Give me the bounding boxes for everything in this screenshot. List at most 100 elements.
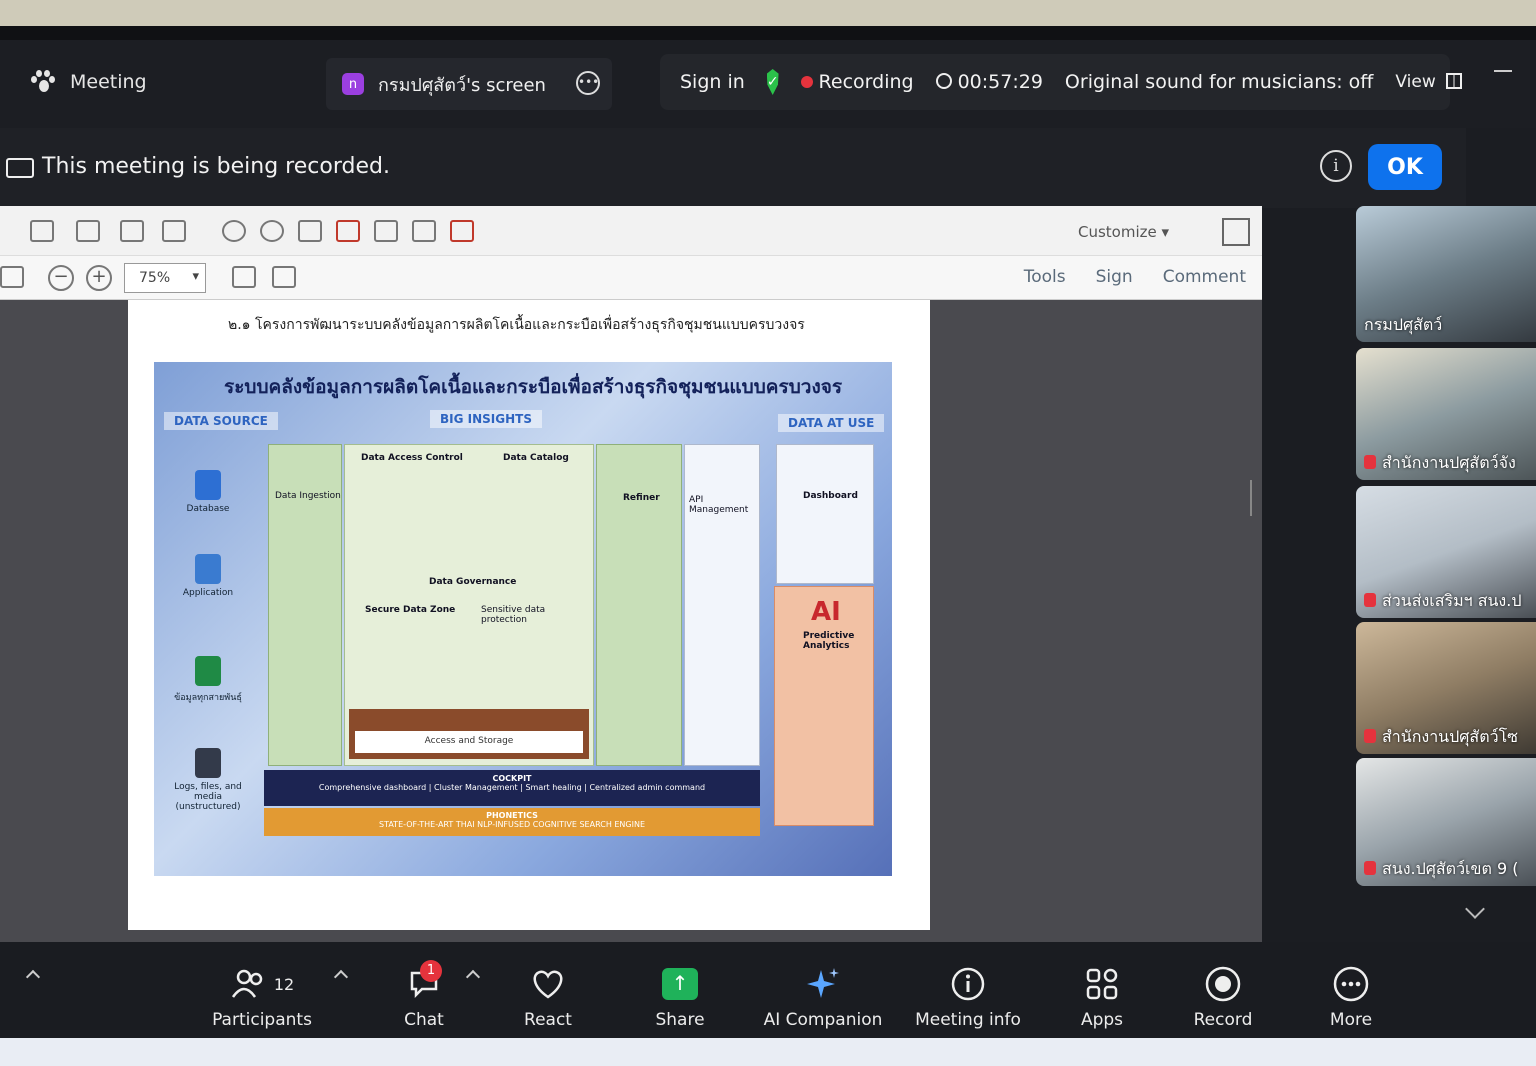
video-tile[interactable]: สนง.ปศุสัตว์เขต 9 ( (1356, 758, 1536, 886)
chat-badge: 1 (420, 960, 442, 982)
source-database-label: Database (186, 504, 230, 514)
phonetics-bar: PHONETICS STATE-OF-THE-ART THAI NLP-INFU… (264, 808, 760, 836)
share-label: กรมปศุสัตว์'s screen (378, 74, 546, 96)
data-governance-label: Data Governance (429, 577, 517, 587)
camera-icon (6, 158, 34, 178)
muted-mic-icon (1364, 455, 1376, 469)
fit-page-icon[interactable] (232, 266, 256, 288)
access-storage-label: Access and Storage (355, 731, 583, 753)
react-label: React (524, 1010, 572, 1030)
share-button[interactable]: ↑ Share (650, 964, 710, 1030)
react-button[interactable]: React (516, 964, 580, 1030)
participant-name: สนง.ปศุสัตว์เขต 9 ( (1364, 857, 1518, 882)
info-circle-icon (912, 964, 1024, 1004)
more-button[interactable]: More (1322, 964, 1380, 1030)
source-logs-label: Logs, files, and media (unstructured) (174, 782, 242, 812)
scrollbar[interactable] (1250, 480, 1252, 516)
share-label: Share (655, 1010, 705, 1030)
mail-icon[interactable] (162, 220, 186, 242)
bottom-toolbar: 12 Participants 1 Chat React ↑ Share AI … (0, 942, 1536, 1038)
os-taskbar (0, 1038, 1536, 1066)
document-page: ๒.๑ โครงการพัฒนาระบบคลังข้อมูลการผลิตโคเ… (128, 300, 930, 930)
sensitive-data-label: Sensitive data protection (481, 605, 546, 625)
hand-tool-icon[interactable] (0, 266, 24, 288)
video-tile[interactable]: กรมปศุสัตว์ (1356, 206, 1536, 342)
sign-in-link[interactable]: Sign in (680, 71, 745, 93)
participants-button[interactable]: 12 Participants (212, 964, 312, 1030)
pdf-toolbar-top: Customize ▾ (0, 206, 1262, 256)
chat-options-caret[interactable] (465, 969, 481, 985)
apps-icon (1076, 964, 1128, 1004)
expand-icon[interactable] (1222, 218, 1250, 246)
form-icon[interactable] (450, 220, 474, 242)
excel-icon (195, 656, 221, 686)
chat-button[interactable]: 1 Chat (396, 960, 452, 1030)
info-icon[interactable]: i (1320, 150, 1352, 182)
chevron-down-icon[interactable] (1465, 899, 1485, 919)
meeting-label: Meeting (70, 71, 147, 93)
participant-name: สำนักงานปศุสัตว์โซ (1364, 725, 1518, 750)
video-tile[interactable]: สำนักงานปศุสัตว์โซ (1356, 622, 1536, 754)
ai-companion-button[interactable]: AI Companion (760, 964, 886, 1030)
source-excel: ข้อมูลทุกสายพันธุ์ (168, 656, 248, 704)
chevron-up-icon[interactable] (25, 969, 41, 985)
database-icon (195, 470, 221, 500)
original-sound-status[interactable]: Original sound for musicians: off (1065, 71, 1373, 93)
data-catalog-label: Data Catalog (503, 453, 569, 463)
minimize-icon[interactable] (1494, 70, 1512, 72)
shield-check-icon[interactable]: ✓ (766, 69, 779, 95)
print-icon[interactable] (76, 220, 100, 242)
zoom-select[interactable]: 75% (124, 263, 206, 293)
record-button[interactable]: Record (1190, 964, 1256, 1030)
refiner-column: Refiner (596, 444, 682, 766)
edit-icon[interactable] (120, 220, 144, 242)
cloud-upload-icon[interactable] (30, 220, 54, 242)
participants-options-caret[interactable] (333, 969, 349, 985)
delete-page-icon[interactable] (336, 220, 360, 242)
find-icon[interactable] (374, 220, 398, 242)
participant-name: กรมปศุสัตว์ (1364, 313, 1442, 338)
screen-share-indicator[interactable]: n กรมปศุสัตว์'s screen ••• (326, 58, 612, 110)
customize-label: Customize (1078, 223, 1157, 241)
participant-name-text: สนง.ปศุสัตว์เขต 9 ( (1382, 859, 1519, 878)
customize-dropdown[interactable]: Customize ▾ (1078, 223, 1169, 241)
record-label: Record (1193, 1010, 1253, 1030)
muted-mic-icon (1364, 593, 1376, 607)
more-options-icon[interactable]: ••• (576, 71, 600, 95)
meeting-info-button[interactable]: Meeting info (912, 964, 1024, 1030)
meeting-info-label: Meeting info (915, 1010, 1021, 1030)
data-access-control-label: Data Access Control (361, 453, 463, 463)
meeting-menu[interactable]: Meeting (30, 70, 147, 94)
cockpit-title: COCKPIT (492, 774, 532, 783)
data-ingestion-label: Data Ingestion (275, 491, 341, 501)
participants-label: Participants (212, 1010, 312, 1030)
comment-icon[interactable] (260, 220, 284, 242)
video-tile[interactable]: สำนักงานปศุสัตว์จัง (1356, 348, 1536, 480)
chat-label: Chat (404, 1010, 444, 1030)
zoom-out-icon[interactable]: − (48, 265, 74, 291)
view-button[interactable]: View (1395, 72, 1462, 92)
chat-icon: 1 (396, 960, 452, 1004)
tools-menu[interactable]: Tools (1024, 267, 1066, 287)
data-at-use-label: DATA AT USE (778, 414, 885, 432)
shared-screen: Customize ▾ − + 75% Tools Sign Comment ๒… (0, 206, 1262, 942)
comment-menu[interactable]: Comment (1163, 267, 1246, 287)
document-area[interactable]: ๒.๑ โครงการพัฒนาระบบคลังข้อมูลการผลิตโคเ… (0, 300, 1262, 942)
big-insights-label: BIG INSIGHTS (430, 410, 542, 428)
sign-icon[interactable] (298, 220, 322, 242)
apps-button[interactable]: Apps (1076, 964, 1128, 1030)
ai-column: AI Predictive Analytics (774, 586, 874, 826)
view-label: View (1395, 72, 1436, 92)
ok-button[interactable]: OK (1368, 144, 1442, 190)
sign-menu[interactable]: Sign (1096, 267, 1133, 287)
insights-column: Data Access Control Data Catalog Data Go… (344, 444, 594, 766)
video-tile[interactable]: ส่วนส่งเสริมฯ สนง.ป (1356, 486, 1536, 618)
dashboard-column: Dashboard (776, 444, 874, 584)
zoom-in-icon[interactable]: + (86, 265, 112, 291)
export-icon[interactable] (412, 220, 436, 242)
recording-indicator[interactable]: Recording (800, 71, 914, 93)
phonetics-sub: STATE-OF-THE-ART THAI NLP-INFUSED COGNIT… (378, 820, 646, 829)
fit-width-icon[interactable] (272, 266, 296, 288)
meeting-timer: 00:57:29 (935, 71, 1043, 93)
settings-icon[interactable] (222, 220, 246, 242)
